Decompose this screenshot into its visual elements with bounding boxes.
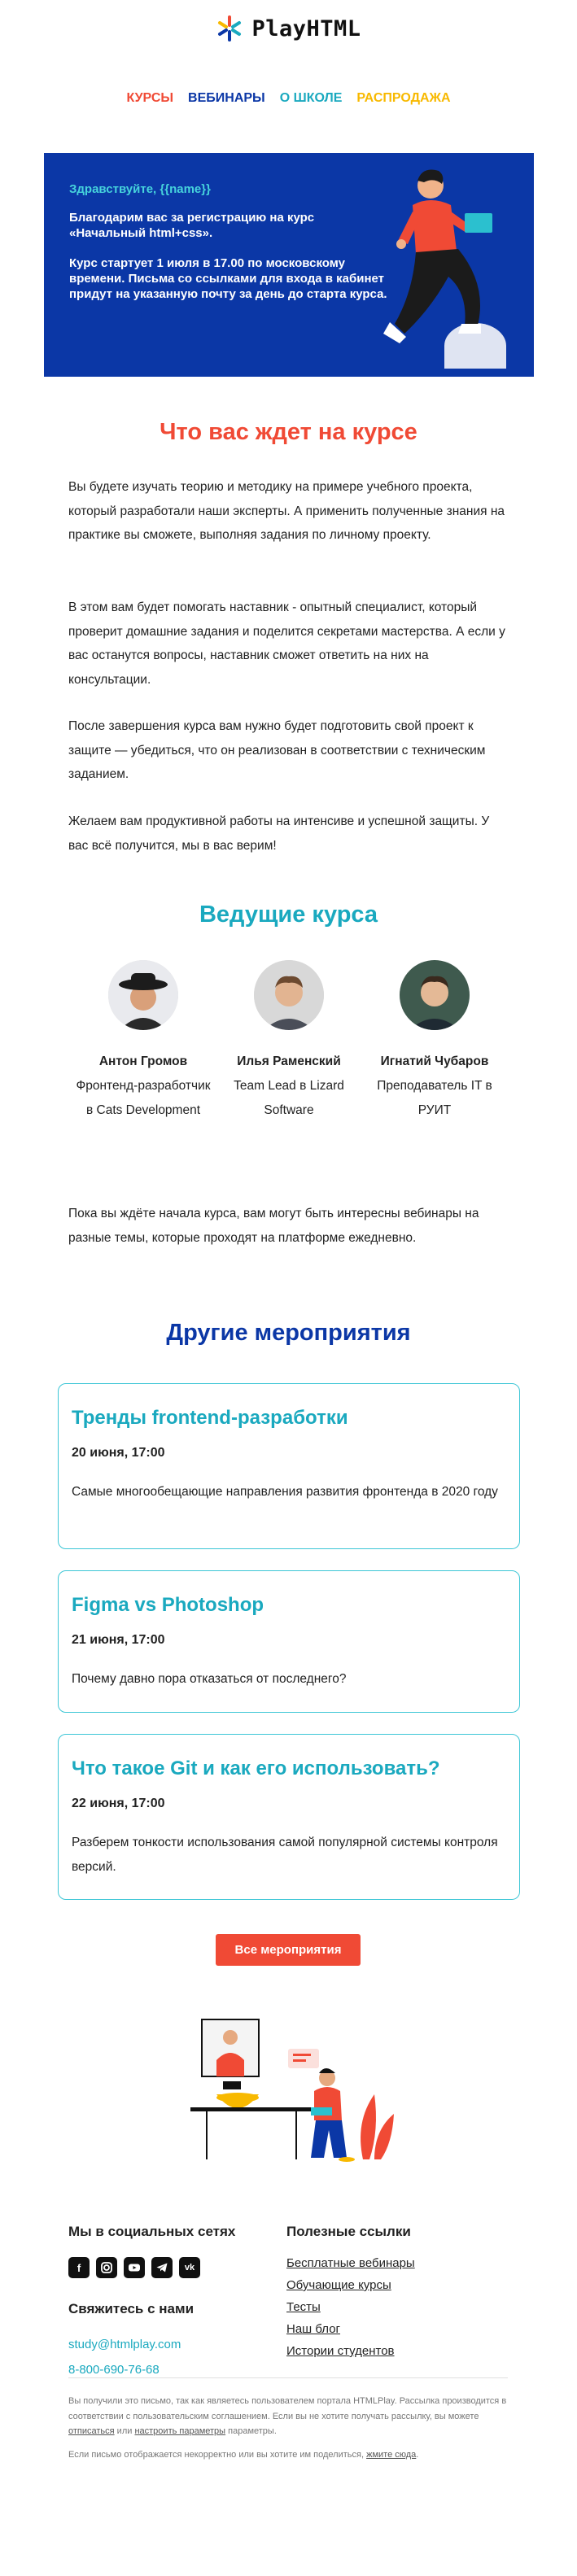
youtube-icon[interactable]	[124, 2257, 145, 2278]
useful-links: Бесплатные вебинары Обучающие курсы Тест…	[286, 2252, 415, 2362]
event-card[interactable]: Что такое Git и как его использовать? 22…	[58, 1734, 520, 1900]
social-links: f vk	[68, 2257, 200, 2278]
link-courses[interactable]: Обучающие курсы	[286, 2274, 415, 2296]
link-student-stories[interactable]: Истории студентов	[286, 2340, 415, 2362]
event-title[interactable]: Тренды frontend-разработки	[72, 1407, 348, 1430]
footer-divider	[68, 2377, 508, 2378]
learning-illustration	[190, 2019, 394, 2162]
legal-text: или	[114, 2426, 135, 2436]
teacher-card: Антон Громов Фронтенд-разработчик в Cats…	[73, 960, 213, 1123]
links-heading: Полезные ссылки	[286, 2224, 411, 2239]
facebook-icon[interactable]: f	[68, 2257, 90, 2278]
teachers-heading: Ведущие курса	[199, 902, 378, 928]
contact-phone[interactable]: 8-800-690-76-68	[68, 2363, 160, 2377]
avatar	[254, 960, 324, 1030]
event-date: 22 июня, 17:00	[72, 1797, 165, 1810]
legal-text: Если письмо отображается некорректно или…	[68, 2450, 367, 2460]
event-title[interactable]: Что такое Git и как его использовать?	[72, 1757, 440, 1780]
intro-heading: Что вас ждет на курсе	[160, 419, 417, 445]
link-tests[interactable]: Тесты	[286, 2296, 415, 2318]
social-heading: Мы в социальных сетях	[68, 2224, 236, 2239]
legal-text: .	[416, 2450, 419, 2460]
nav-webinars[interactable]: Вебинары	[188, 91, 265, 106]
event-description: Разберем тонкости использования самой по…	[72, 1836, 498, 1874]
avatar	[108, 960, 178, 1030]
welcome-banner: Здравствуйте, {{name}} Благодарим вас за…	[44, 153, 534, 377]
all-events-button[interactable]: Все мероприятия	[216, 1934, 361, 1966]
teacher-role: Преподаватель IT в РУИТ	[377, 1079, 492, 1117]
logo[interactable]: PlayHTML	[0, 15, 577, 42]
intro-paragraph-4: Желаем вам продуктивной работы на интенс…	[68, 814, 490, 853]
main-nav: Курсы Вебинары О школе Распродажа	[0, 91, 577, 106]
legal-notice-share: Если письмо отображается некорректно или…	[68, 2447, 508, 2463]
webinars-note: Пока вы ждёте начала курса, вам могут бы…	[68, 1207, 479, 1245]
event-date: 20 июня, 17:00	[72, 1446, 165, 1460]
event-description: Самые многообещающие направления развити…	[72, 1485, 498, 1499]
event-date: 21 июня, 17:00	[72, 1633, 165, 1647]
view-online-link[interactable]: жмите сюда	[366, 2450, 416, 2460]
contact-heading: Свяжитесь с нами	[68, 2301, 195, 2316]
vk-icon[interactable]: vk	[179, 2257, 200, 2278]
intro-paragraph-2: В этом вам будет помогать наставник - оп…	[68, 600, 505, 687]
intro-paragraph-1: Вы будете изучать теорию и методику на п…	[68, 480, 505, 542]
intro-paragraph-3: После завершения курса вам нужно будет п…	[68, 719, 486, 781]
nav-courses[interactable]: Курсы	[126, 91, 173, 106]
link-free-webinars[interactable]: Бесплатные вебинары	[286, 2252, 415, 2274]
teacher-role: Фронтенд-разработчик в Cats Development	[76, 1079, 211, 1117]
avatar	[400, 960, 470, 1030]
banner-text-start: Курс стартует 1 июля в 17.00 по московск…	[69, 256, 387, 301]
telegram-icon[interactable]	[151, 2257, 173, 2278]
teacher-role: Team Lead в Lizard Software	[234, 1079, 344, 1117]
teacher-card: Илья Раменский Team Lead в Lizard Softwa…	[219, 960, 359, 1123]
link-blog[interactable]: Наш блог	[286, 2318, 415, 2340]
legal-text: параметры.	[225, 2426, 277, 2436]
teacher-name: Игнатий Чубаров	[380, 1054, 489, 1068]
logo-text: PlayHTML	[251, 15, 361, 41]
settings-link[interactable]: настроить параметры	[134, 2426, 225, 2436]
nav-sale[interactable]: Распродажа	[356, 91, 450, 106]
teacher-card: Игнатий Чубаров Преподаватель IT в РУИТ	[365, 960, 505, 1123]
event-card[interactable]: Тренды frontend-разработки 20 июня, 17:0…	[58, 1383, 520, 1549]
event-description: Почему давно пора отказаться от последне…	[72, 1672, 347, 1686]
legal-text: Вы получили это письмо, так как являетес…	[68, 2396, 507, 2421]
event-card[interactable]: Figma vs Photoshop 21 июня, 17:00 Почему…	[58, 1570, 520, 1713]
teacher-name: Антон Громов	[98, 1054, 188, 1068]
student-illustration	[383, 169, 506, 369]
nav-about[interactable]: О школе	[280, 91, 343, 106]
legal-notice: Вы получили это письмо, так как являетес…	[68, 2394, 508, 2439]
contact-email[interactable]: study@htmlplay.com	[68, 2338, 181, 2351]
logo-icon	[218, 15, 242, 41]
teachers-list: Антон Громов Фронтенд-разработчик в Cats…	[73, 960, 505, 1123]
teacher-name: Илья Раменский	[237, 1054, 341, 1068]
event-title[interactable]: Figma vs Photoshop	[72, 1594, 264, 1617]
banner-text-thanks: Благодарим вас за регистрацию на курс «Н…	[69, 211, 315, 240]
events-heading: Другие мероприятия	[166, 1320, 411, 1346]
instagram-icon[interactable]	[96, 2257, 117, 2278]
banner-greeting: Здравствуйте, {{name}}	[69, 182, 211, 196]
unsubscribe-link[interactable]: отписаться	[68, 2426, 115, 2436]
